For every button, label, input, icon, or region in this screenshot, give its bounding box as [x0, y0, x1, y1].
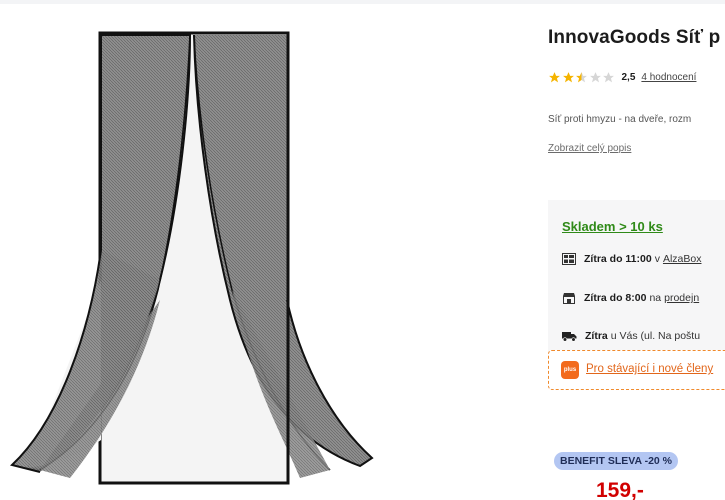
star-full-icon: [562, 71, 574, 82]
benefit-discount-badge: BENEFIT SLEVA -20 %: [554, 452, 679, 470]
product-image[interactable]: [0, 20, 400, 500]
delivery-option-store[interactable]: Zítra do 8:00 na prodejn: [562, 291, 699, 305]
product-info: InnovaGoods Síť p 2,5 4 hodnocení Síť pr…: [548, 0, 725, 500]
delivery-time: Zítra do 11:00: [584, 253, 652, 265]
star-empty-icon: [589, 71, 601, 82]
delivery-text: na: [649, 292, 662, 304]
show-full-description-link[interactable]: Zobrazit celý popis: [548, 143, 631, 154]
alzaplus-logo-icon: plus: [561, 361, 579, 379]
rating-value: 2,5: [621, 71, 636, 83]
delivery-option-alzabox[interactable]: Zítra do 11:00 v AlzaBox: [562, 252, 701, 266]
alzabox-icon: [562, 253, 576, 265]
rating-count-link[interactable]: 4 hodnocení: [641, 72, 696, 83]
delivery-text: v: [654, 253, 660, 265]
delivery-time: Zítra: [585, 330, 608, 342]
delivery-option-courier[interactable]: Zítra u Vás (ul. Na poštu: [562, 329, 700, 343]
alzaplus-banner[interactable]: plus Pro stávající i nové členy: [548, 350, 725, 390]
alzaplus-link[interactable]: Pro stávající i nové členy: [586, 363, 713, 375]
store-icon: [563, 293, 575, 304]
availability-box: Skladem > 10 ks Zítra do 11:00 v AlzaBox…: [548, 200, 725, 370]
stock-status-link[interactable]: Skladem > 10 ks: [562, 219, 663, 234]
store-link[interactable]: prodejn: [664, 292, 699, 304]
rating-stars: [548, 71, 616, 84]
truck-icon: [562, 331, 577, 342]
product-title: InnovaGoods Síť p: [548, 27, 721, 48]
delivery-text: u Vás (ul. Na poštu: [610, 330, 701, 342]
star-full-icon: [549, 71, 560, 82]
star-half-icon: [576, 71, 587, 82]
delivery-time: Zítra do 8:00: [584, 292, 647, 304]
alzabox-link[interactable]: AlzaBox: [663, 253, 702, 265]
product-price: 159,-: [596, 479, 644, 500]
star-empty-icon: [603, 71, 614, 82]
rating-row[interactable]: 2,5 4 hodnocení: [548, 70, 696, 84]
magnetic-door-screen-image: [9, 31, 374, 485]
short-description: Síť proti hmyzu - na dveře, rozm: [548, 114, 692, 125]
